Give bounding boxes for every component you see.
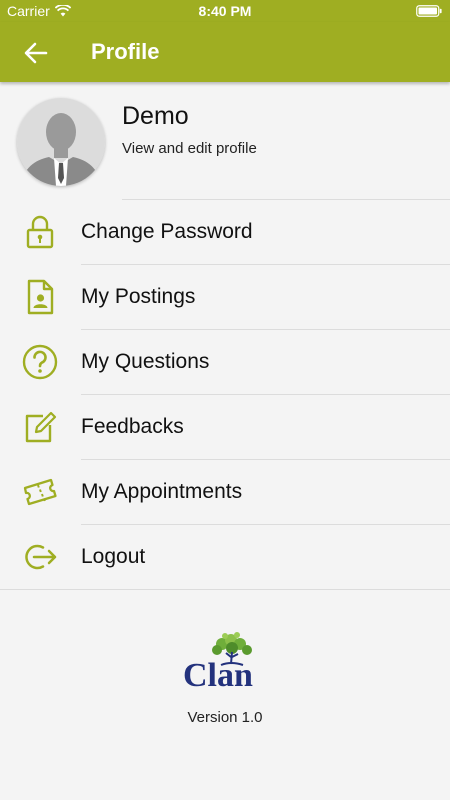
avatar[interactable] bbox=[17, 98, 105, 186]
menu-item-label: My Postings bbox=[81, 285, 196, 308]
status-time: 8:40 PM bbox=[198, 3, 252, 19]
question-circle-icon bbox=[22, 344, 58, 380]
menu-item-my-questions[interactable]: My Questions bbox=[0, 330, 450, 395]
ticket-icon bbox=[23, 478, 57, 506]
clan-logo: Clan bbox=[183, 632, 253, 692]
avatar-silhouette-icon bbox=[17, 98, 105, 186]
menu-item-label: Feedbacks bbox=[81, 415, 184, 438]
logout-icon bbox=[25, 544, 57, 570]
menu-item-logout[interactable]: Logout bbox=[0, 525, 450, 590]
profile-header[interactable]: Demo View and edit profile bbox=[0, 82, 450, 200]
menu-item-label: Change Password bbox=[81, 220, 253, 243]
menu-item-my-postings[interactable]: My Postings bbox=[0, 265, 450, 330]
profile-name: Demo bbox=[122, 102, 189, 130]
nav-bar: Profile bbox=[0, 22, 450, 82]
menu-item-label: My Questions bbox=[81, 350, 210, 373]
menu-item-label: My Appointments bbox=[81, 480, 243, 503]
status-bar: Carrier 8:40 PM bbox=[0, 0, 450, 22]
edit-feedback-icon bbox=[25, 411, 57, 443]
divider bbox=[0, 589, 450, 590]
menu-item-feedbacks[interactable]: Feedbacks bbox=[0, 395, 450, 460]
menu-item-my-appointments[interactable]: My Appointments bbox=[0, 460, 450, 525]
menu-item-change-password[interactable]: Change Password bbox=[0, 200, 450, 265]
profile-menu: Change Password My Postings My Questions… bbox=[0, 200, 450, 590]
arrow-left-icon[interactable] bbox=[22, 39, 50, 67]
clan-logo-text: Clan bbox=[183, 657, 253, 692]
posting-document-icon bbox=[27, 279, 54, 315]
page-title: Profile bbox=[91, 39, 160, 64]
lock-icon bbox=[26, 215, 54, 249]
menu-item-label: Logout bbox=[81, 545, 146, 568]
app-version: Version 1.0 bbox=[187, 709, 263, 726]
profile-subtitle[interactable]: View and edit profile bbox=[122, 140, 257, 157]
battery-icon bbox=[416, 5, 442, 17]
